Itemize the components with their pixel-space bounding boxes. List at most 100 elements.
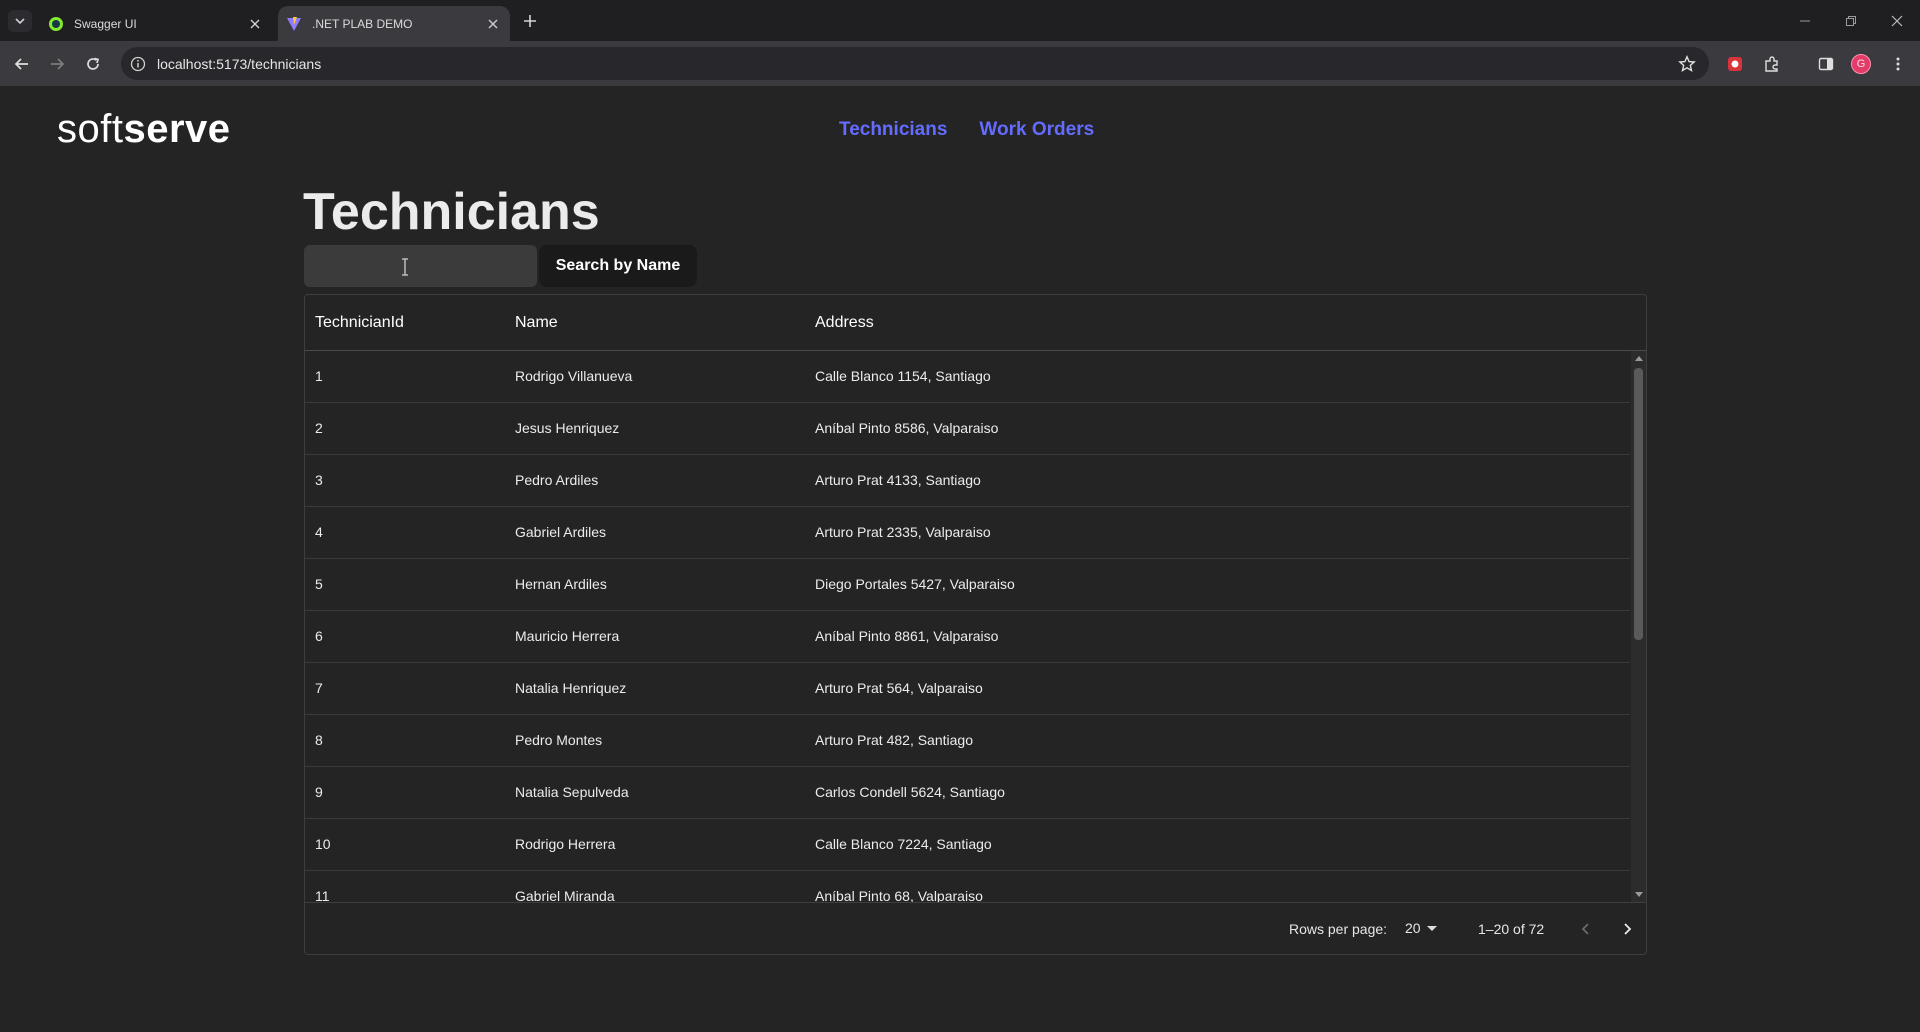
table-row[interactable]: 8 Pedro Montes Arturo Prat 482, Santiago [305,715,1630,767]
cell-address: Arturo Prat 4133, Santiago [815,472,981,488]
minimize-icon [1800,20,1810,21]
browser-tab-swagger[interactable]: Swagger UI [40,6,272,41]
cell-technician-id: 11 [315,888,330,902]
close-window-button[interactable] [1874,0,1920,41]
plus-icon [524,15,536,27]
restore-icon [1846,15,1856,26]
restore-button[interactable] [1828,0,1874,41]
cell-name: Pedro Ardiles [515,472,599,488]
rows-per-page-select[interactable]: 20 [1405,920,1437,936]
cell-address: Aníbal Pinto 8586, Valparaiso [815,420,999,436]
table-row[interactable]: 2 Jesus Henriquez Aníbal Pinto 8586, Val… [305,403,1630,455]
table-row[interactable]: 11 Gabriel Miranda Aníbal Pinto 68, Valp… [305,871,1630,902]
main-nav: Technicians Work Orders [839,119,1094,141]
cell-address: Carlos Condell 5624, Santiago [815,784,1005,800]
column-header-address[interactable]: Address [815,314,874,332]
cell-technician-id: 4 [315,524,323,540]
softserve-logo: softserve [57,107,231,152]
window-controls [1782,0,1920,41]
cell-technician-id: 9 [315,784,323,800]
url-text[interactable]: localhost:5173/technicians [157,56,1677,72]
browser-menu-icon[interactable] [1887,53,1909,75]
close-icon [1891,15,1903,26]
pagination-range: 1–20 of 72 [1478,921,1545,937]
cell-technician-id: 2 [315,420,323,436]
chevron-down-icon [15,18,25,25]
next-page-button[interactable] [1613,915,1641,943]
table-row[interactable]: 9 Natalia Sepulveda Carlos Condell 5624,… [305,767,1630,819]
column-header-name[interactable]: Name [515,314,558,332]
close-tab-icon[interactable] [482,13,504,35]
search-name-input[interactable] [304,245,537,287]
cell-technician-id: 7 [315,680,323,696]
forward-button[interactable] [43,50,71,78]
cell-name: Natalia Sepulveda [515,784,629,800]
text-cursor-icon [402,258,408,276]
close-tab-icon[interactable] [244,13,266,35]
side-panel-icon[interactable] [1815,53,1837,75]
site-info-icon[interactable] [129,55,147,73]
cell-name: Gabriel Miranda [515,888,615,902]
rows-per-page-label: Rows per page: [1289,921,1388,937]
cell-address: Arturo Prat 564, Valparaiso [815,680,983,696]
table-row[interactable]: 3 Pedro Ardiles Arturo Prat 4133, Santia… [305,455,1630,507]
back-button[interactable] [8,50,36,78]
nav-link-technicians[interactable]: Technicians [839,119,947,141]
browser-tab-plab-demo[interactable]: .NET PLAB DEMO [278,6,510,41]
cell-technician-id: 8 [315,732,323,748]
technicians-data-grid: TechnicianId Name Address 1 Rodrigo Vill… [304,294,1647,955]
grid-header-row: TechnicianId Name Address [305,295,1646,351]
caret-down-icon [1426,925,1437,931]
address-bar[interactable]: localhost:5173/technicians [121,47,1709,80]
chevron-right-icon [1624,923,1632,935]
cell-name: Pedro Montes [515,732,603,748]
table-row[interactable]: 7 Natalia Henriquez Arturo Prat 564, Val… [305,663,1630,715]
minimize-button[interactable] [1782,0,1828,41]
table-row[interactable]: 6 Mauricio Herrera Aníbal Pinto 8861, Va… [305,611,1630,663]
reload-button[interactable] [79,50,107,78]
cell-technician-id: 3 [315,472,323,488]
logo-light-text: soft [57,107,124,151]
grid-body[interactable]: 1 Rodrigo Villanueva Calle Blanco 1154, … [305,351,1630,902]
page-content: softserve Technicians Work Orders Techni… [0,86,1920,1032]
grid-vertical-scrollbar[interactable] [1631,351,1646,902]
cell-technician-id: 1 [315,368,323,384]
cell-name: Hernan Ardiles [515,576,607,592]
search-by-name-button[interactable]: Search by Name [539,245,697,287]
cell-name: Gabriel Ardiles [515,524,607,540]
grid-pagination-footer: Rows per page: 20 1–20 of 72 [305,902,1646,954]
cell-name: Jesus Henriquez [515,420,620,436]
browser-tab-strip: Swagger UI .NET PLAB DEMO [0,0,1920,41]
table-row[interactable]: 10 Rodrigo Herrera Calle Blanco 7224, Sa… [305,819,1630,871]
arrow-right-icon [51,58,65,70]
tab-search-button[interactable] [8,10,32,32]
cell-address: Aníbal Pinto 68, Valparaiso [815,888,983,902]
scrollbar-thumb[interactable] [1634,368,1643,640]
scroll-down-arrow-icon[interactable] [1635,892,1643,897]
reload-icon [87,57,100,70]
previous-page-button[interactable] [1572,915,1600,943]
cell-name: Rodrigo Villanueva [515,368,633,384]
vite-favicon-icon [287,16,301,31]
profile-avatar[interactable]: G [1851,54,1871,74]
extensions-puzzle-icon[interactable] [1761,53,1783,75]
nav-link-work-orders[interactable]: Work Orders [979,119,1094,141]
page-title: Technicians [303,183,600,241]
column-header-technician-id[interactable]: TechnicianId [315,314,404,332]
swagger-favicon-icon [49,16,63,31]
cell-name: Natalia Henriquez [515,680,627,696]
extension-red-icon[interactable] [1724,53,1746,75]
scroll-up-arrow-icon[interactable] [1635,356,1643,361]
tab-title: Swagger UI [74,16,137,31]
cell-name: Mauricio Herrera [515,628,620,644]
new-tab-button[interactable] [518,10,542,32]
table-row[interactable]: 1 Rodrigo Villanueva Calle Blanco 1154, … [305,351,1630,403]
browser-toolbar: localhost:5173/technicians G [0,41,1920,86]
bookmark-star-icon[interactable] [1677,54,1697,74]
table-row[interactable]: 5 Hernan Ardiles Diego Portales 5427, Va… [305,559,1630,611]
arrow-left-icon [14,58,28,70]
chevron-left-icon [1581,923,1589,935]
table-row[interactable]: 4 Gabriel Ardiles Arturo Prat 2335, Valp… [305,507,1630,559]
cell-address: Arturo Prat 2335, Valparaiso [815,524,991,540]
cell-technician-id: 6 [315,628,323,644]
